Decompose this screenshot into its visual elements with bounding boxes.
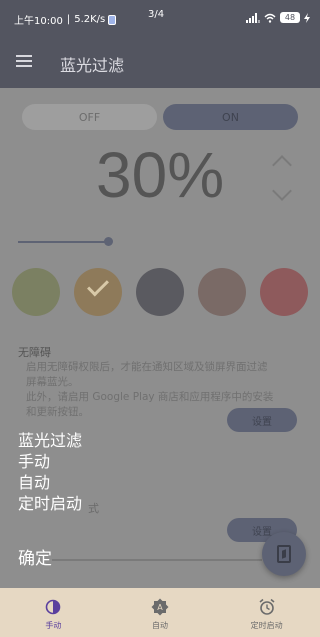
app-title: 蓝光过滤 bbox=[60, 56, 125, 75]
chevron-down-icon[interactable] bbox=[272, 181, 292, 201]
swatch-3[interactable] bbox=[136, 268, 184, 316]
overlay-item-manual[interactable]: 手动 bbox=[18, 451, 82, 472]
swatch-5[interactable] bbox=[260, 268, 308, 316]
nav-item-auto[interactable]: A 自动 bbox=[107, 588, 214, 637]
battery-icon: 48 bbox=[280, 12, 300, 23]
auto-brightness-icon: A bbox=[151, 598, 169, 616]
accessibility-set-button[interactable]: 设置 bbox=[227, 408, 297, 432]
nav-item-manual[interactable]: 手动 bbox=[0, 588, 107, 637]
menu-icon[interactable] bbox=[16, 55, 32, 67]
phone-filter-icon bbox=[277, 545, 291, 563]
status-separator: | bbox=[66, 14, 71, 25]
status-bar: 上午10:00 | 5.2K/s 3/4 x 48 bbox=[0, 0, 320, 34]
swatch-4[interactable] bbox=[198, 268, 246, 316]
divider bbox=[52, 559, 262, 561]
overlay-menu: 蓝光过滤 手动 自动 定时启动 bbox=[18, 430, 82, 514]
confirm-button[interactable]: 确定 bbox=[18, 544, 52, 569]
svg-text:A: A bbox=[157, 603, 163, 612]
nav-label-auto: 自动 bbox=[152, 621, 168, 630]
intensity-slider-track[interactable] bbox=[18, 241, 108, 243]
status-left: 上午10:00 | 5.2K/s bbox=[14, 12, 117, 27]
overlay-item-auto[interactable]: 自动 bbox=[18, 472, 82, 493]
app-bar: 蓝光过滤 bbox=[0, 34, 320, 88]
network-speed: 5.2K/s bbox=[74, 14, 106, 25]
chevron-up-icon[interactable] bbox=[272, 155, 292, 175]
alarm-clock-icon bbox=[258, 598, 276, 616]
svg-text:x: x bbox=[258, 19, 261, 23]
status-time: 上午10:00 bbox=[14, 16, 63, 27]
notification-app-icon bbox=[108, 14, 117, 25]
toggle-on-button[interactable]: ON bbox=[163, 104, 298, 130]
intensity-slider-thumb[interactable] bbox=[104, 237, 113, 246]
filter-percent: 30% bbox=[96, 139, 225, 211]
swatch-2[interactable] bbox=[74, 268, 122, 316]
charging-icon bbox=[304, 12, 310, 23]
on-off-toggle: OFF ON bbox=[22, 104, 298, 130]
accessibility-title: 无障碍 bbox=[18, 346, 51, 359]
overlay-item-blue-light[interactable]: 蓝光过滤 bbox=[18, 430, 82, 451]
nav-label-manual: 手动 bbox=[45, 621, 62, 630]
check-icon bbox=[87, 274, 109, 297]
nav-label-schedule: 定时启动 bbox=[250, 621, 283, 630]
contrast-icon bbox=[45, 598, 61, 616]
color-swatches bbox=[12, 268, 312, 318]
page-indicator: 3/4 bbox=[148, 9, 165, 20]
wifi-icon bbox=[264, 13, 276, 23]
nav-item-schedule[interactable]: 定时启动 bbox=[213, 588, 320, 637]
accessibility-desc-line: 此外，请启用 Google Play 商店和应用程序中的安装 bbox=[26, 391, 274, 403]
overlay-item-schedule[interactable]: 定时启动 bbox=[18, 493, 82, 514]
accessibility-desc-line: 屏幕蓝光。 bbox=[26, 376, 79, 388]
bottom-nav: 手动 A 自动 定时启动 bbox=[0, 588, 320, 637]
swatch-1[interactable] bbox=[12, 268, 60, 316]
toggle-off-button[interactable]: OFF bbox=[22, 104, 157, 130]
accessibility-desc-line: 启用无障碍权限后，才能在通知区域及锁屏界面过滤 bbox=[26, 361, 268, 373]
mode-label-fragment: 式 bbox=[88, 502, 99, 515]
signal-icon: x bbox=[246, 12, 261, 23]
status-right: x 48 bbox=[246, 12, 310, 23]
floating-action-button[interactable] bbox=[262, 532, 306, 576]
